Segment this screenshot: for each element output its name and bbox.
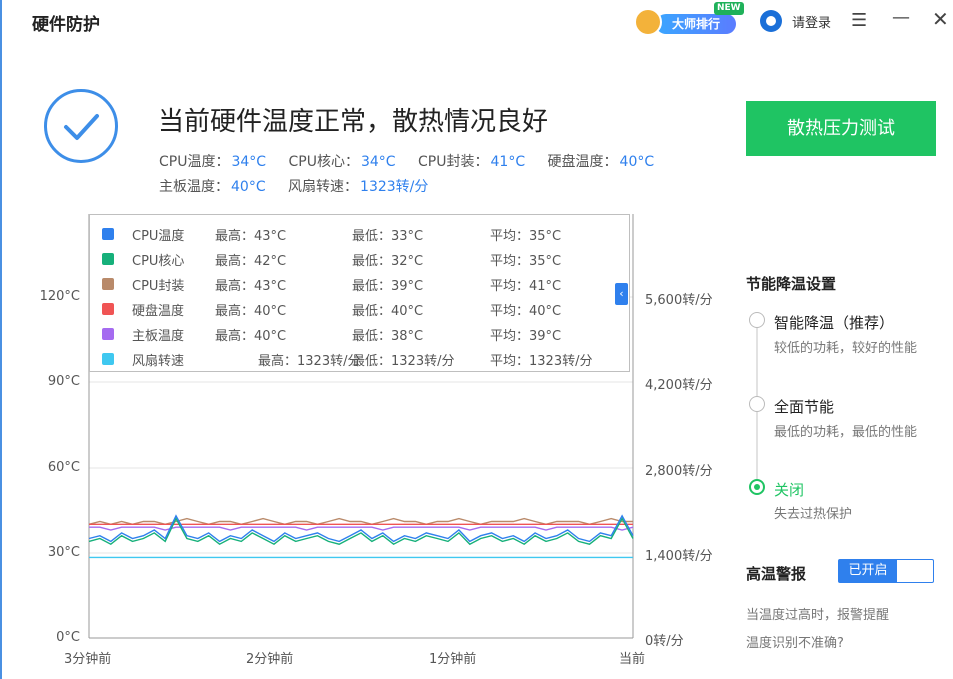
- legend-max: 最高：43°C: [215, 279, 287, 294]
- option-label[interactable]: 智能降温（推荐）: [774, 312, 894, 333]
- legend-swatch: [102, 228, 114, 240]
- legend-min: 最低：40°C: [352, 304, 424, 319]
- left-axis-tick: 0°C: [56, 630, 80, 645]
- energy-settings-title: 节能降温设置: [746, 275, 837, 293]
- legend-collapse-button[interactable]: ‹: [615, 283, 628, 305]
- legend-min: 最低：39°C: [352, 279, 424, 294]
- menu-icon[interactable]: ☰: [851, 12, 867, 30]
- legend-max: 最高：40°C: [215, 329, 287, 344]
- legend-swatch: [102, 328, 114, 340]
- legend-row-cpu-core[interactable]: CPU核心 最高：42°C 最低：32°C 平均：35°C: [90, 246, 630, 270]
- alarm-desc: 当温度过高时，报警提醒: [746, 608, 890, 623]
- legend-row-cpu-temp[interactable]: CPU温度 最高：43°C 最低：33°C 平均：35°C: [90, 221, 630, 245]
- user-avatar-icon: [760, 10, 782, 32]
- legend-min: 最低：32°C: [352, 254, 424, 269]
- alarm-title: 高温警报: [746, 565, 807, 583]
- legend-min: 最低：38°C: [352, 329, 424, 344]
- option-desc: 最低的功耗，最低的性能: [774, 425, 918, 440]
- legend-swatch: [102, 303, 114, 315]
- option-label[interactable]: 关闭: [774, 479, 804, 500]
- legend-avg: 平均：35°C: [490, 229, 562, 244]
- legend-avg: 平均：39°C: [490, 329, 562, 344]
- x-axis-label: 2分钟前: [246, 652, 294, 667]
- alarm-accuracy-link[interactable]: 温度识别不准确?: [746, 632, 844, 651]
- close-icon[interactable]: ✕: [932, 9, 949, 29]
- left-axis-tick: 60°C: [47, 460, 80, 475]
- legend-max: 最高：42°C: [215, 254, 287, 269]
- series-line-CPU封装: [88, 517, 633, 526]
- right-axis-tick: 1,400转/分: [645, 549, 713, 564]
- option-desc: 失去过热保护: [774, 507, 853, 522]
- right-axis-tick: 0转/分: [645, 634, 684, 649]
- left-axis-tick: 90°C: [47, 374, 80, 389]
- radio-off[interactable]: [749, 479, 765, 495]
- alarm-toggle-label: 已开启: [839, 560, 897, 582]
- legend-min: 最低：1323转/分: [352, 354, 455, 369]
- legend-name: 风扇转速: [132, 354, 185, 369]
- legend-name: 硬盘温度: [132, 304, 185, 319]
- chart-legend: CPU温度 最高：43°C 最低：33°C 平均：35°C CPU核心 最高：4…: [89, 214, 630, 372]
- legend-name: CPU封装: [132, 279, 185, 294]
- x-axis-label: 1分钟前: [429, 652, 477, 667]
- legend-row-board-temp[interactable]: 主板温度 最高：40°C 最低：38°C 平均：39°C: [90, 321, 630, 345]
- legend-name: CPU核心: [132, 254, 185, 269]
- left-axis-tick: 120°C: [39, 289, 80, 304]
- right-axis-tick: 5,600转/分: [645, 293, 713, 308]
- legend-name: CPU温度: [132, 229, 185, 244]
- legend-swatch: [102, 253, 114, 265]
- legend-name: 主板温度: [132, 329, 185, 344]
- stress-test-button[interactable]: 散热压力测试: [746, 101, 936, 156]
- legend-avg: 平均：41°C: [490, 279, 562, 294]
- legend-avg: 平均：35°C: [490, 254, 562, 269]
- legend-swatch: [102, 278, 114, 290]
- legend-avg: 平均：40°C: [490, 304, 562, 319]
- legend-max: 最高：1323转/分: [258, 354, 361, 369]
- minimize-icon[interactable]: —: [892, 9, 910, 27]
- radio-full-saving[interactable]: [749, 396, 765, 412]
- alarm-toggle[interactable]: 已开启: [838, 559, 934, 583]
- legend-min: 最低：33°C: [352, 229, 424, 244]
- option-label[interactable]: 全面节能: [774, 396, 834, 417]
- right-axis-tick: 4,200转/分: [645, 378, 713, 393]
- login-label: 请登录: [792, 15, 832, 31]
- legend-row-cpu-package[interactable]: CPU封装 最高：43°C 最低：39°C 平均：41°C: [90, 271, 630, 295]
- legend-row-disk-temp[interactable]: 硬盘温度 最高：40°C 最低：40°C 平均：40°C: [90, 296, 630, 320]
- x-axis-label: 3分钟前: [64, 652, 112, 667]
- left-axis-tick: 30°C: [47, 545, 80, 560]
- legend-max: 最高：43°C: [215, 229, 287, 244]
- legend-swatch: [102, 353, 114, 365]
- x-axis-label: 当前: [619, 652, 646, 667]
- legend-avg: 平均：1323转/分: [490, 354, 593, 369]
- legend-max: 最高：40°C: [215, 304, 287, 319]
- right-axis-tick: 2,800转/分: [645, 464, 713, 479]
- legend-row-fan-speed[interactable]: 风扇转速 最高：1323转/分 最低：1323转/分 平均：1323转/分: [90, 346, 630, 370]
- radio-smart-cooling[interactable]: [749, 312, 765, 328]
- option-desc: 较低的功耗，较好的性能: [774, 341, 918, 356]
- login-button[interactable]: 请登录: [760, 10, 831, 32]
